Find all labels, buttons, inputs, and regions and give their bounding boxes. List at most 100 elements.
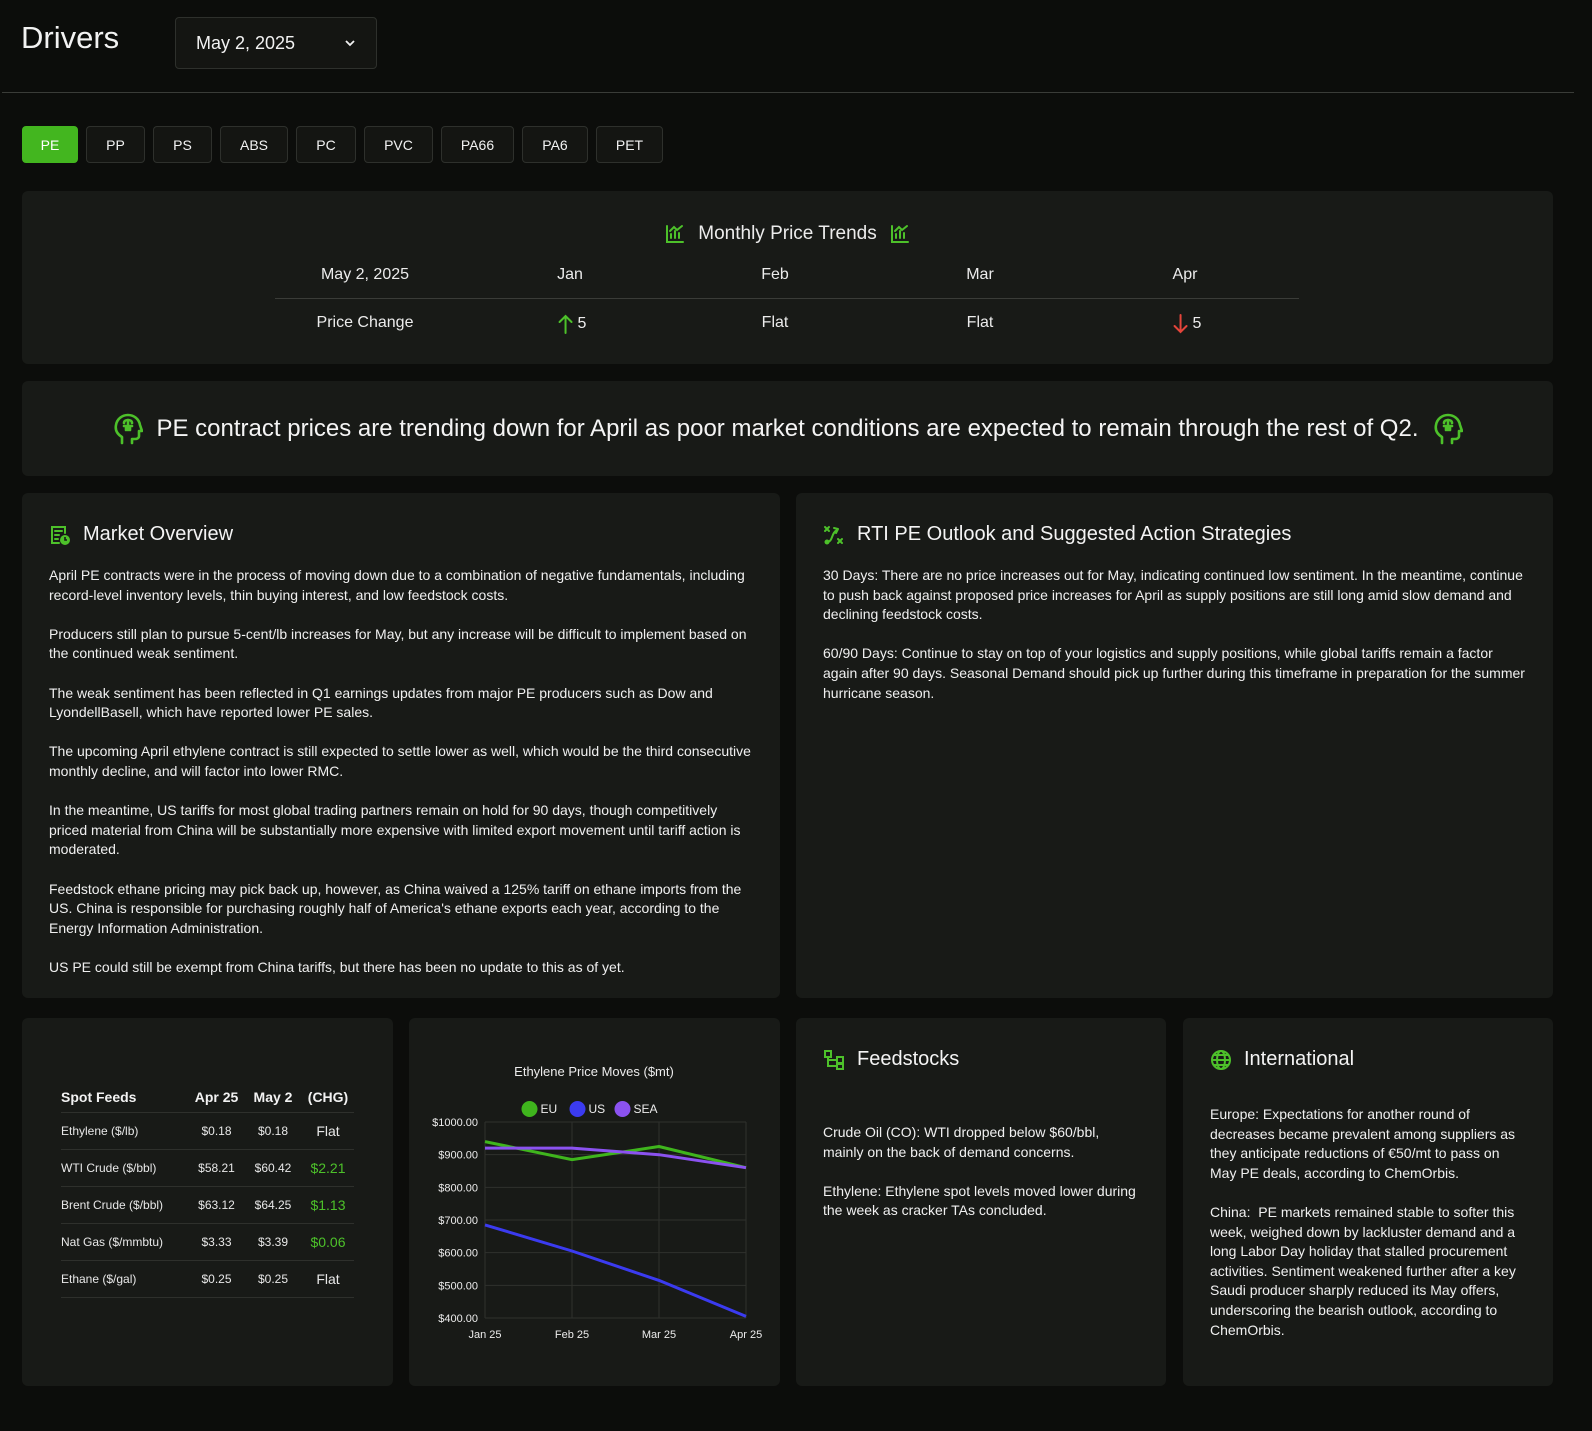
- table-header-row: Spot Feeds Apr 25 May 2 (CHG): [61, 1082, 354, 1112]
- tab-pa66[interactable]: PA66: [441, 126, 514, 163]
- legend-label: SEA: [634, 1102, 658, 1116]
- globe-icon: [1211, 1049, 1231, 1070]
- trends-change-mar: Flat: [966, 314, 994, 331]
- feed-name: Ethylene ($/lb): [61, 1111, 189, 1149]
- market-overview-card: Market Overview April PE contracts were …: [22, 493, 780, 998]
- trends-date-label: May 2, 2025: [320, 266, 410, 283]
- tab-ps[interactable]: PS: [153, 126, 212, 163]
- tab-pvc[interactable]: PVC: [364, 126, 433, 163]
- feed-may: $3.39: [244, 1222, 302, 1260]
- resin-tabs: PE PP PS ABS PC PVC PA66 PA6 PET: [22, 126, 663, 163]
- tab-pa6[interactable]: PA6: [522, 126, 588, 163]
- market-overview-body: April PE contracts were in the process o…: [49, 566, 753, 997]
- feedstocks-title-text: Feedstocks: [857, 1048, 960, 1070]
- chart-trend-icon: [890, 225, 909, 243]
- outlook-title: RTI PE Outlook and Suggested Action Stra…: [823, 523, 1291, 546]
- feed-name: Nat Gas ($/mmbtu): [61, 1222, 189, 1260]
- tab-label: PA6: [542, 136, 568, 153]
- market-overview-title: Market Overview: [49, 523, 233, 546]
- feed-apr: $0.18: [189, 1111, 244, 1149]
- page-title: Drivers: [21, 20, 120, 55]
- header: Drivers May 2, 2025: [0, 0, 1592, 94]
- feed-apr: $0.25: [189, 1259, 244, 1298]
- y-tick-label: $600.00: [438, 1248, 478, 1260]
- feedstocks-title: Feedstocks: [823, 1048, 959, 1071]
- table-row: Ethylene ($/lb) $0.18 $0.18 Flat: [61, 1111, 354, 1149]
- chart-title: Ethylene Price Moves ($mt): [514, 1064, 674, 1079]
- header-divider: [2, 92, 1574, 93]
- international-title: International: [1210, 1048, 1354, 1071]
- tab-pe[interactable]: PE: [22, 126, 78, 163]
- legend-swatch: [569, 1101, 586, 1117]
- tab-label: PP: [106, 136, 125, 153]
- feed-chg: $1.13: [302, 1185, 354, 1223]
- outlook-paragraph: 60/90 Days: Continue to stay on top of y…: [823, 645, 1525, 701]
- overview-paragraph: In the meantime, US tariffs for most glo…: [49, 802, 741, 858]
- international-title-text: International: [1244, 1048, 1355, 1070]
- monthly-price-trends-card: Monthly Price Trends May 2, 2025 Jan Feb…: [22, 191, 1553, 364]
- feed-apr: $58.21: [189, 1148, 244, 1186]
- report-icon: [51, 525, 70, 545]
- overview-paragraph: Feedstock ethane pricing may pick back u…: [49, 880, 742, 936]
- ethylene-price-chart: Ethylene Price Moves ($mt) EU US SEA $1000.0…: [432, 1064, 762, 1341]
- feed-name: WTI Crude ($/bbl): [61, 1148, 189, 1186]
- y-tick-label: $1000.00: [432, 1117, 478, 1129]
- feedstocks-body: Crude Oil (CO): WTI dropped below $60/bb…: [823, 1123, 1139, 1241]
- feedstocks-paragraph: Crude Oil (CO): WTI dropped below $60/bb…: [823, 1124, 1100, 1160]
- tab-abs[interactable]: ABS: [220, 126, 288, 163]
- tab-label: ABS: [239, 136, 268, 153]
- column-header: Apr 25: [194, 1088, 239, 1105]
- y-tick-label: $700.00: [438, 1215, 478, 1227]
- trends-change-jan: 5: [558, 314, 587, 334]
- international-body: Europe: Expectations for another round o…: [1210, 1105, 1526, 1360]
- arrow-up-icon: [558, 314, 573, 334]
- y-tick-label: $800.00: [438, 1182, 478, 1194]
- column-header: Spot Feeds: [61, 1088, 137, 1105]
- feed-may: $60.42: [244, 1148, 302, 1186]
- change-value: 5: [577, 315, 587, 332]
- overview-paragraph: Producers still plan to pursue 5-cent/lb…: [49, 625, 747, 662]
- headline-banner: PE contract prices are trending down for…: [22, 381, 1553, 476]
- tab-label: PC: [316, 136, 336, 153]
- feed-chg: $0.06: [302, 1222, 354, 1260]
- outlook-body: 30 Days: There are no price increases ou…: [823, 566, 1526, 723]
- date-select-value: May 2, 2025: [196, 32, 296, 53]
- y-tick-label: $500.00: [438, 1280, 478, 1292]
- table-row: Ethane ($/gal) $0.25 $0.25 Flat: [61, 1259, 354, 1298]
- legend-label: EU: [541, 1102, 558, 1116]
- brain-head-icon: [113, 413, 143, 444]
- feed-name: Ethane ($/gal): [61, 1259, 189, 1298]
- tab-pc[interactable]: PC: [296, 126, 356, 163]
- feed-may: $64.25: [244, 1185, 302, 1223]
- trends-month-mar: Mar: [966, 266, 994, 283]
- change-value: 5: [1192, 315, 1202, 332]
- legend-swatch: [614, 1101, 631, 1117]
- x-tick-label: Mar 25: [642, 1329, 676, 1341]
- trends-change-apr: 5: [1173, 314, 1202, 334]
- trends-row-label: Price Change: [316, 314, 414, 331]
- hierarchy-icon: [824, 1049, 844, 1070]
- feedstocks-paragraph: Ethylene: Ethylene spot levels moved low…: [823, 1182, 1136, 1219]
- date-select[interactable]: May 2, 2025: [175, 17, 377, 69]
- spot-feeds-table: Spot Feeds Apr 25 May 2 (CHG) Ethylene (…: [61, 1082, 354, 1298]
- table-row: Nat Gas ($/mmbtu) $3.33 $3.39 $0.06: [61, 1222, 354, 1260]
- tab-label: PVC: [384, 136, 413, 153]
- arrow-down-icon: [1173, 314, 1188, 334]
- international-card: International Europe: Expectations for a…: [1183, 1018, 1553, 1386]
- tab-pp[interactable]: PP: [86, 126, 145, 163]
- x-tick-label: Jan 25: [468, 1329, 501, 1341]
- feed-name: Brent Crude ($/bbl): [61, 1185, 189, 1223]
- tab-label: PS: [173, 136, 192, 153]
- tab-label: PA66: [460, 136, 495, 153]
- series-line-us: [484, 1223, 747, 1318]
- tab-pet[interactable]: PET: [596, 126, 663, 163]
- feed-apr: $3.33: [189, 1222, 244, 1260]
- feed-chg: $2.21: [302, 1148, 354, 1186]
- column-header: (CHG): [307, 1088, 349, 1105]
- y-tick-label: $400.00: [438, 1313, 478, 1325]
- x-tick-label: Feb 25: [555, 1329, 589, 1341]
- chevron-down-icon: [345, 40, 355, 47]
- strategy-icon: [824, 525, 843, 544]
- feed-may: $0.18: [244, 1111, 302, 1149]
- trends-title: Monthly Price Trends: [22, 223, 1553, 245]
